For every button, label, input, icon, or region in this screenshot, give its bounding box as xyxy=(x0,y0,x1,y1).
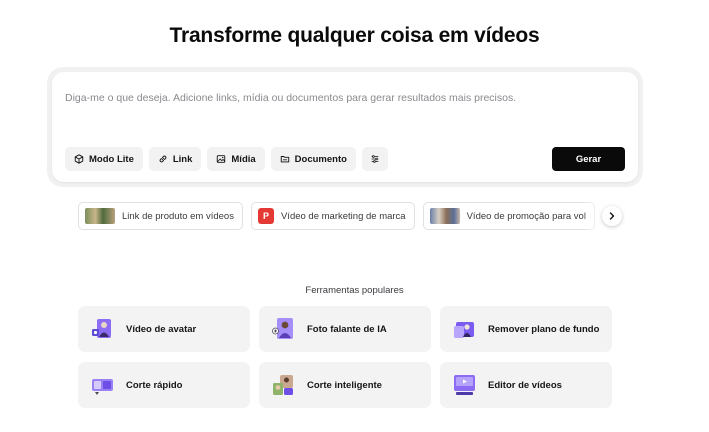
tool-card-smart-cut[interactable]: Corte inteligente xyxy=(259,362,431,408)
suggestion-track: Link de produto em vídeos P Vídeo de mar… xyxy=(78,202,622,230)
promo-thumbnail-icon xyxy=(429,208,460,224)
tool-card-talking-photo[interactable]: Foto falante de IA xyxy=(259,306,431,352)
tool-label: Editor de vídeos xyxy=(488,379,562,391)
remove-background-icon xyxy=(454,322,474,338)
modo-lite-button[interactable]: Modo Lite xyxy=(65,147,143,171)
tool-card-avatar-video[interactable]: Vídeo de avatar xyxy=(78,306,250,352)
suggestion-chip[interactable]: Vídeo de promoção para vol xyxy=(422,202,595,230)
tool-card-quick-cut[interactable]: Corte rápido xyxy=(78,362,250,408)
prompt-box: Modo Lite Link Mídia Documento Gerar xyxy=(52,72,638,182)
tools-grid: Vídeo de avatar Foto falante de IA Remov… xyxy=(78,306,612,408)
prompt-toolbar: Modo Lite Link Mídia Documento xyxy=(65,147,388,171)
prompt-card: Modo Lite Link Mídia Documento Gerar xyxy=(47,67,643,187)
chevron-right-icon xyxy=(609,212,615,220)
tool-label: Corte rápido xyxy=(126,379,183,391)
section-title: Ferramentas populares xyxy=(305,285,404,296)
midia-label: Mídia xyxy=(231,153,256,165)
suggestion-label: Vídeo de marketing de marca xyxy=(280,210,406,222)
page-title: Transforme qualquer coisa em vídeos xyxy=(169,24,540,47)
avatar-video-icon xyxy=(92,319,111,338)
video-editor-icon xyxy=(454,375,475,395)
suggestion-chip[interactable]: P Vídeo de marketing de marca xyxy=(250,202,415,230)
folder-icon xyxy=(280,156,289,163)
tool-label: Vídeo de avatar xyxy=(126,323,197,335)
quick-cut-icon xyxy=(92,379,113,395)
tool-card-remove-background[interactable]: Remover plano de fundo xyxy=(440,306,612,352)
suggestion-label: Link de produto em vídeos xyxy=(122,210,234,222)
smart-cut-icon xyxy=(273,375,293,395)
modo-lite-label: Modo Lite xyxy=(89,153,134,165)
tool-label: Corte inteligente xyxy=(307,379,382,391)
p-logo-icon: P xyxy=(257,208,274,224)
prompt-input[interactable] xyxy=(65,92,625,104)
documento-label: Documento xyxy=(294,153,347,165)
link-button[interactable]: Link xyxy=(148,147,202,171)
link-icon xyxy=(159,155,167,163)
suggestion-label: Vídeo de promoção para vol xyxy=(466,210,586,222)
settings-button[interactable] xyxy=(361,147,388,171)
suggestion-chip[interactable]: Link de produto em vídeos xyxy=(78,202,243,230)
talking-photo-icon xyxy=(272,318,293,339)
cube-icon xyxy=(74,154,84,164)
tool-label: Foto falante de IA xyxy=(307,323,387,335)
suggestion-carousel: Link de produto em vídeos P Vídeo de mar… xyxy=(78,202,622,232)
product-thumbnail-icon xyxy=(85,208,115,224)
image-icon xyxy=(217,155,226,163)
midia-button[interactable]: Mídia xyxy=(207,147,265,171)
link-label: Link xyxy=(172,153,193,165)
tool-label: Remover plano de fundo xyxy=(488,323,600,335)
carousel-next-button[interactable] xyxy=(602,206,622,226)
sliders-icon xyxy=(371,155,379,163)
documento-button[interactable]: Documento xyxy=(270,147,356,171)
gerar-button[interactable]: Gerar xyxy=(552,147,625,171)
tool-card-video-editor[interactable]: Editor de vídeos xyxy=(440,362,612,408)
